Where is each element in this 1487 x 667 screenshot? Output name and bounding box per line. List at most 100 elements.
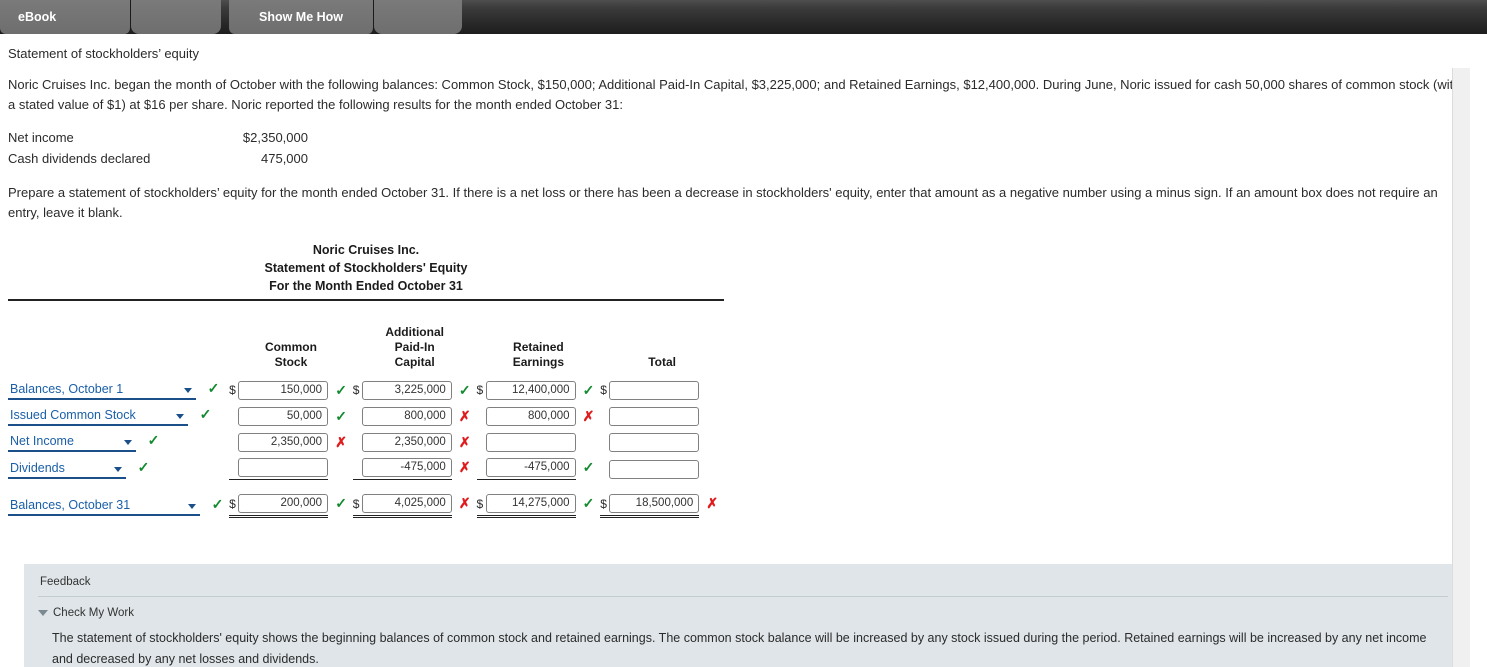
amount-group — [600, 459, 700, 479]
amount-input-additional-paid-in-capital[interactable] — [361, 458, 452, 477]
amount-cell: ✓ — [477, 429, 601, 455]
feedback-body: The statement of stockholders' equity sh… — [52, 631, 1427, 666]
tab-strip: eBook Show Me How — [0, 0, 462, 34]
check-icon: ✓ — [582, 459, 595, 475]
amount-input-total[interactable] — [609, 494, 700, 513]
top-toolbar: eBook Show Me How — [0, 0, 1487, 34]
amount-cell: ✓ — [600, 455, 724, 483]
check-icon: ✓ — [137, 459, 150, 476]
check-my-work-label: Check My Work — [53, 607, 134, 619]
check-my-work-toggle[interactable]: Check My Work — [24, 597, 1460, 619]
account-select-label: Balances, October 31 — [10, 498, 131, 512]
cross-icon: ✗ — [458, 407, 471, 424]
column-header-additional-paid-in-capital: Additional Paid-In Capital — [353, 301, 477, 377]
check-icon: ✓ — [335, 407, 347, 424]
table-row: Dividends ✓ ✓ ✗ ✓ ✓ — [8, 455, 724, 483]
amount-cell: $✓ — [476, 491, 601, 521]
row-label-cell: Balances, October 31 ✓ — [8, 491, 229, 521]
check-icon: ✓ — [199, 406, 212, 423]
amount-input-common-stock[interactable] — [238, 406, 329, 426]
row-label-cell: Dividends ✓ — [8, 455, 229, 483]
account-select-label: Net Income — [10, 434, 74, 448]
check-icon: ✓ — [582, 495, 595, 511]
column-header-total: Total — [600, 301, 724, 377]
amount-input-retained-earnings[interactable] — [485, 458, 576, 477]
feedback-title: Feedback — [40, 576, 91, 588]
amount-cell: ✓ — [476, 455, 601, 483]
column-header-common-stock: Common Stock — [229, 301, 353, 377]
amount-cell: $✗ — [600, 491, 724, 521]
chevron-down-icon — [184, 387, 192, 393]
cross-icon: ✗ — [458, 495, 471, 511]
amount-input-additional-paid-in-capital[interactable] — [361, 432, 452, 452]
column-header-line: Stock — [274, 355, 308, 369]
tab-blank-2[interactable] — [374, 0, 462, 34]
chevron-down-icon — [114, 466, 122, 472]
column-header-retained-earnings: Retained Earnings — [477, 301, 601, 377]
column-header-line: Retained — [513, 340, 564, 354]
problem-prompt: Noric Cruises Inc. began the month of Oc… — [8, 77, 1461, 112]
amount-cell: ✓ — [600, 403, 724, 429]
right-rail — [1452, 68, 1470, 667]
check-icon: ✓ — [147, 432, 160, 449]
statement-table: Common Stock Additional Paid-In Capital … — [8, 301, 724, 521]
cross-icon: ✗ — [335, 433, 347, 450]
table-row: Net Income ✓ ✗ ✗ ✓ ✓ — [8, 429, 724, 455]
account-select-balances-october-1[interactable]: Balances, October 1 — [8, 381, 196, 400]
table-row: Net income $2,350,000 — [8, 127, 308, 148]
amount-input-common-stock[interactable] — [238, 432, 329, 452]
amount-input-retained-earnings[interactable] — [485, 432, 576, 452]
amount-input-common-stock[interactable] — [238, 458, 329, 477]
account-select-label: Balances, October 1 — [10, 382, 124, 396]
amount-input-retained-earnings[interactable] — [485, 494, 576, 513]
account-select-issued-common-stock[interactable]: Issued Common Stock — [8, 407, 188, 426]
dollar-sign: $ — [476, 383, 484, 397]
row-label-cell: Net Income ✓ — [8, 429, 229, 455]
given-label-net-income: Net income — [8, 130, 74, 145]
amount-input-retained-earnings[interactable] — [485, 380, 576, 400]
subtotal-underline — [352, 458, 452, 480]
account-select-net-income[interactable]: Net Income — [8, 433, 136, 452]
tab-ebook[interactable]: eBook — [0, 0, 131, 34]
total-underline: $ — [352, 494, 452, 518]
dollar-sign: $ — [229, 383, 236, 397]
table-row: Cash dividends declared 475,000 — [8, 148, 308, 169]
row-label-cell: Balances, October 1 ✓ — [8, 377, 229, 403]
cross-icon: ✗ — [458, 459, 471, 475]
subtotal-underline — [229, 458, 329, 480]
total-underline: $ — [229, 494, 329, 518]
amount-input-additional-paid-in-capital[interactable] — [361, 380, 452, 400]
statement-heading-line-3: For the Month Ended October 31 — [269, 279, 463, 293]
account-select-balances-october-31[interactable]: Balances, October 31 — [8, 497, 200, 516]
amount-cell: ✗ — [353, 429, 477, 455]
amount-input-retained-earnings[interactable] — [485, 406, 576, 426]
amount-cell: ✗ — [229, 429, 353, 455]
amount-input-additional-paid-in-capital[interactable] — [361, 406, 452, 426]
amount-input-total[interactable] — [609, 406, 700, 426]
dollar-sign: $ — [600, 383, 607, 397]
amount-input-common-stock[interactable] — [238, 380, 329, 400]
column-header-line: Earnings — [512, 355, 565, 369]
amount-input-additional-paid-in-capital[interactable] — [361, 494, 452, 513]
amount-input-total[interactable] — [609, 432, 700, 452]
account-select-label: Issued Common Stock — [10, 408, 136, 422]
amount-input-total[interactable] — [609, 459, 700, 479]
check-icon: ✓ — [335, 495, 347, 511]
row-label-cell: Issued Common Stock ✓ — [8, 403, 229, 429]
account-select-dividends[interactable]: Dividends — [8, 460, 126, 479]
column-header-line: Total — [648, 355, 676, 369]
tab-show-me-how[interactable]: Show Me How — [229, 0, 374, 34]
amount-cell: ✗ — [477, 403, 601, 429]
amount-cell: ✗ — [352, 455, 477, 483]
chevron-down-icon — [176, 413, 184, 419]
table-row: Balances, October 31 ✓ $✓ $✗ $✓ — [8, 491, 724, 521]
amount-input-common-stock[interactable] — [238, 494, 329, 513]
amount-input-total[interactable] — [609, 380, 700, 400]
problem-instructions: Prepare a statement of stockholders’ equ… — [8, 185, 1438, 220]
row-spacer — [8, 483, 724, 491]
tab-ebook-label: eBook — [18, 10, 57, 24]
statement-heading: Noric Cruises Inc. Statement of Stockhol… — [8, 241, 724, 299]
tab-blank-1[interactable] — [131, 0, 221, 34]
amount-cell: ✗ — [353, 403, 477, 429]
subtotal-underline — [476, 458, 576, 480]
